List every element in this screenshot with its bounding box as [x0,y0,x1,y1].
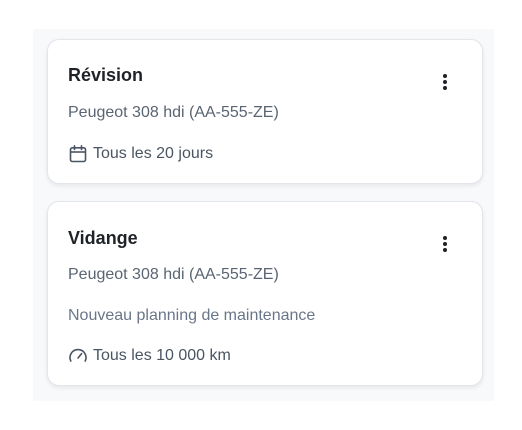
frequency-row: Tous les 10 000 km [68,346,231,366]
maintenance-plan-list: Révision Peugeot 308 hdi (AA-555-ZE) Tou… [33,29,494,401]
calendar-icon [68,144,88,164]
maintenance-card-vidange[interactable]: Vidange Peugeot 308 hdi (AA-555-ZE) Nouv… [47,201,483,386]
more-vertical-icon [443,74,447,90]
more-options-button[interactable] [436,70,454,94]
vehicle-label: Peugeot 308 hdi (AA-555-ZE) [68,104,279,121]
frequency-label: Tous les 20 jours [93,145,214,162]
more-options-button[interactable] [436,232,454,256]
gauge-icon [68,346,88,366]
card-title: Révision [68,65,144,85]
maintenance-card-revision[interactable]: Révision Peugeot 308 hdi (AA-555-ZE) Tou… [47,39,483,184]
card-title: Vidange [68,228,138,248]
vehicle-label: Peugeot 308 hdi (AA-555-ZE) [68,266,279,283]
more-vertical-icon [443,236,447,252]
frequency-row: Tous les 20 jours [68,144,213,164]
plan-subtitle: Nouveau planning de maintenance [68,307,316,324]
frequency-label: Tous les 10 000 km [93,347,231,364]
